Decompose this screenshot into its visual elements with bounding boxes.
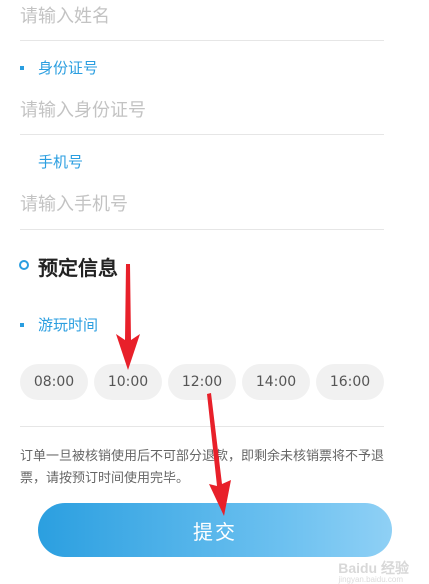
time-slot-1400[interactable]: 14:00: [242, 364, 310, 400]
id-input[interactable]: 请输入身份证号: [20, 92, 384, 124]
phone-placeholder: 请输入手机号: [20, 194, 128, 215]
time-label: 游玩时间: [38, 316, 99, 334]
time-slot-1600[interactable]: 16:00: [316, 364, 384, 400]
submit-label: 提交: [193, 519, 237, 544]
id-placeholder: 请输入身份证号: [20, 100, 146, 121]
required-dot: [20, 323, 24, 327]
name-placeholder: 请输入姓名: [20, 6, 110, 27]
section-title: 预定信息: [38, 256, 118, 280]
divider: [20, 229, 384, 230]
watermark-url: jingyan.baidu.com: [338, 575, 403, 584]
time-slot-0800[interactable]: 08:00: [20, 364, 88, 400]
name-input[interactable]: 请输入姓名: [20, 0, 384, 30]
required-dot: [20, 66, 24, 70]
annotation-arrow-icon: [116, 264, 140, 370]
booking-form-page: 请输入姓名 身份证号 请输入身份证号 手机号 请输入手机号 预定信息 游玩时间 …: [0, 0, 429, 584]
section-ring-icon: [19, 260, 29, 270]
phone-label: 手机号: [38, 153, 84, 171]
divider: [20, 40, 384, 41]
annotation-arrow-icon: [207, 393, 231, 516]
phone-input[interactable]: 请输入手机号: [20, 186, 384, 218]
id-label: 身份证号: [38, 59, 99, 77]
divider: [20, 134, 384, 135]
